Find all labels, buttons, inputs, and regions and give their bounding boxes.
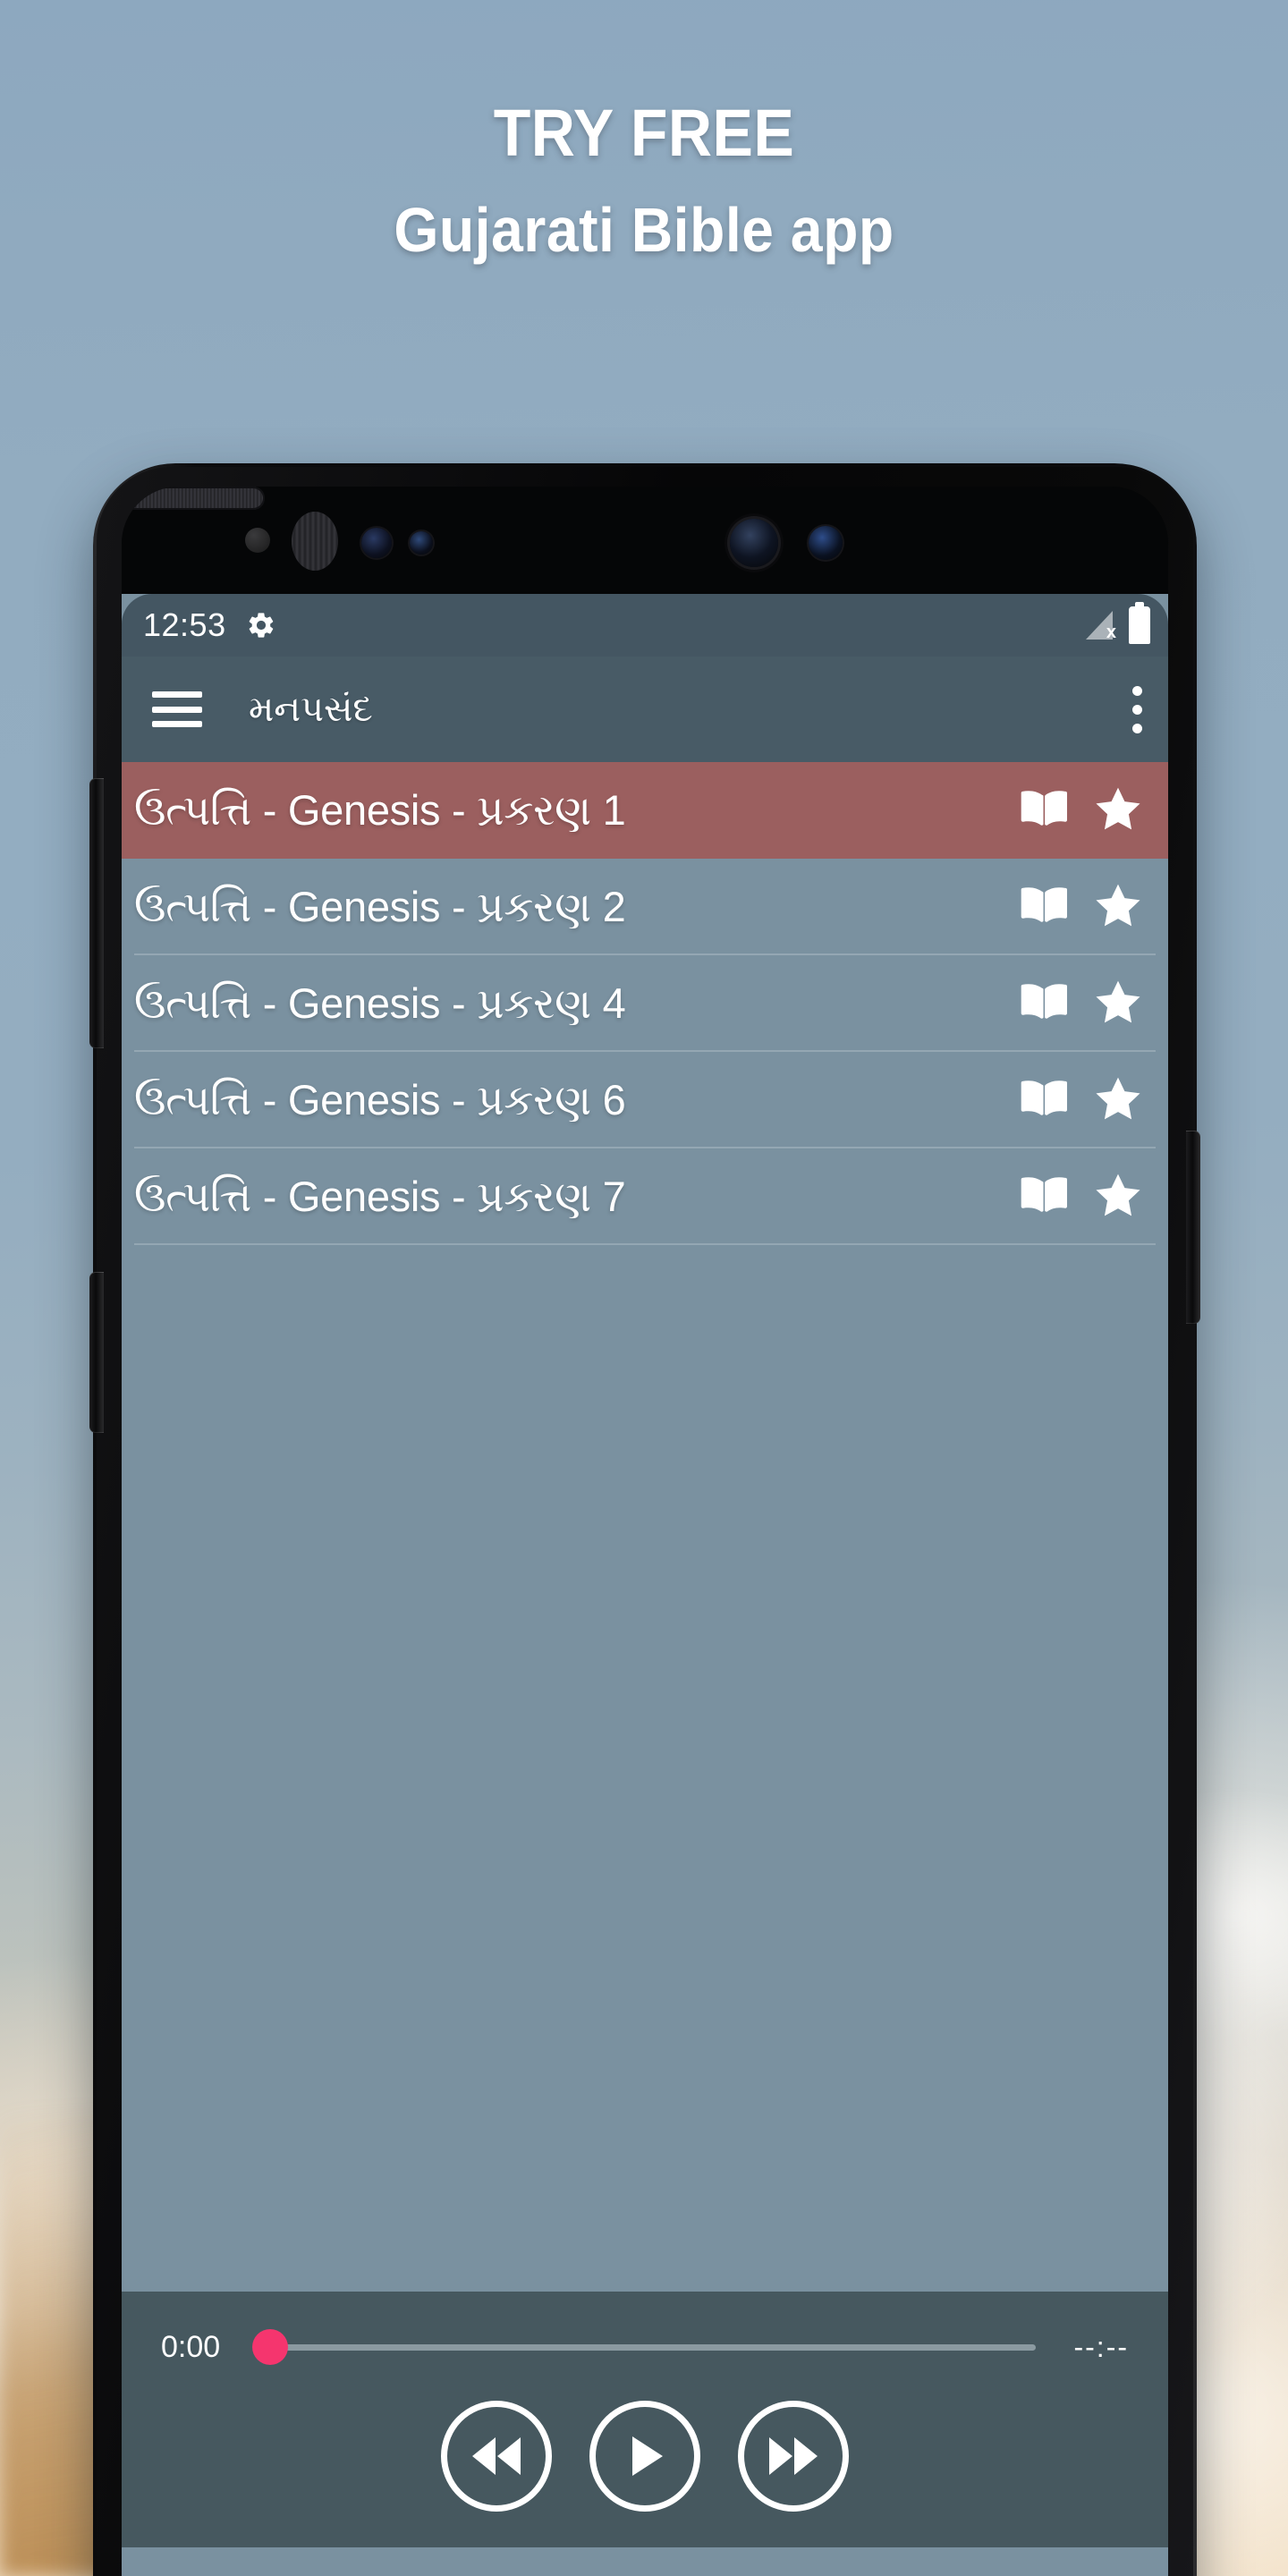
open-book-button[interactable] xyxy=(1018,1174,1070,1220)
status-time: 12:53 xyxy=(143,606,226,643)
star-filled-icon xyxy=(1096,787,1140,829)
open-book-icon xyxy=(1021,1176,1067,1212)
sensor-lens-icon xyxy=(361,528,392,558)
kebab-dot xyxy=(1131,704,1142,715)
duration-label: --:-- xyxy=(1073,2330,1129,2363)
current-time-label: 0:00 xyxy=(161,2329,221,2364)
power-side-button[interactable] xyxy=(1186,1131,1200,1324)
front-camera-icon xyxy=(730,519,778,567)
open-book-button[interactable] xyxy=(1018,788,1070,834)
fast-forward-button[interactable] xyxy=(738,2401,849,2512)
gear-icon xyxy=(246,610,276,640)
open-book-icon xyxy=(1021,886,1067,922)
rewind-icon xyxy=(472,2437,521,2475)
star-filled-icon xyxy=(1096,1174,1140,1216)
overflow-menu-icon[interactable] xyxy=(1131,685,1143,733)
status-bar: 12:53 x xyxy=(122,594,1168,657)
open-book-button[interactable] xyxy=(1018,1078,1070,1123)
chapter-label: ઉત્પત્તિ - Genesis - પ્રકરણ 1 xyxy=(134,785,626,834)
chapter-row[interactable]: ઉત્પત્તિ - Genesis - પ્રકરણ 4 xyxy=(122,955,1168,1052)
chapter-label: ઉત્પત્તિ - Genesis - પ્રકરણ 6 xyxy=(134,1075,626,1123)
chapter-row-actions xyxy=(1018,784,1143,837)
chapter-row-actions xyxy=(1018,1074,1143,1127)
favorite-star-button[interactable] xyxy=(1093,881,1143,934)
transport-controls xyxy=(122,2401,1168,2512)
chapter-label: ઉત્પત્તિ - Genesis - પ્રકરણ 2 xyxy=(134,882,626,930)
chapter-row-actions xyxy=(1018,978,1143,1030)
page-title: મનપસંદ xyxy=(249,689,373,729)
kebab-dot xyxy=(1131,685,1142,696)
open-book-icon xyxy=(1021,983,1067,1019)
play-button[interactable] xyxy=(589,2401,700,2512)
secondary-camera-icon xyxy=(809,526,843,560)
list-empty-area xyxy=(122,1245,1168,2292)
star-filled-icon xyxy=(1096,884,1140,926)
status-bar-indicators: x xyxy=(1080,602,1150,644)
app-bar: મનપસંદ xyxy=(122,657,1168,762)
hamburger-line xyxy=(152,721,202,727)
chapter-row[interactable]: ઉત્પત્તિ - Genesis - પ્રકરણ 7 xyxy=(122,1148,1168,1245)
fast-forward-icon xyxy=(769,2437,818,2475)
iris-scanner-icon xyxy=(292,512,338,571)
phone-screen: 12:53 x મનપસંદ ઉત્પત્તિ - Genesis - પ્રક… xyxy=(122,594,1168,2576)
play-icon xyxy=(632,2436,663,2476)
phone-top-bezel xyxy=(122,487,1168,594)
kebab-dot xyxy=(1131,723,1142,733)
open-book-icon xyxy=(1021,790,1067,826)
phone-body: 12:53 x મનપસંદ ઉત્પત્તિ - Genesis - પ્રક… xyxy=(89,467,1200,2576)
favorite-star-button[interactable] xyxy=(1093,978,1143,1030)
phone-mockup: 12:53 x મનપસંદ ઉત્પત્તિ - Genesis - પ્રક… xyxy=(89,463,1200,2576)
chapter-label: ઉત્પત્તિ - Genesis - પ્રકરણ 4 xyxy=(134,979,626,1027)
favorite-star-button[interactable] xyxy=(1093,784,1143,837)
hamburger-line xyxy=(152,706,202,713)
proximity-sensor-icon xyxy=(245,528,270,553)
chapter-label: ઉત્પત્તિ - Genesis - પ્રકરણ 7 xyxy=(134,1172,626,1220)
favorite-star-button[interactable] xyxy=(1093,1074,1143,1127)
battery-icon xyxy=(1129,602,1150,644)
screen-bottom-area xyxy=(122,2547,1168,2576)
audio-player-panel: 0:00 --:-- xyxy=(122,2292,1168,2547)
hamburger-line xyxy=(152,691,202,698)
favorite-star-button[interactable] xyxy=(1093,1171,1143,1224)
seek-row: 0:00 --:-- xyxy=(122,2318,1168,2376)
volume-rocker-button[interactable] xyxy=(89,778,104,1048)
promo-screenshot: TRY FREE Gujarati Bible app 12:53 x મનપસ… xyxy=(0,0,1288,2576)
light-sensor-icon xyxy=(410,531,433,555)
signal-no-service-icon: x xyxy=(1080,607,1116,643)
hamburger-menu-icon[interactable] xyxy=(152,691,202,727)
chapter-row[interactable]: ઉત્પત્તિ - Genesis - પ્રકરણ 2 xyxy=(122,859,1168,955)
assistant-side-button[interactable] xyxy=(89,1272,104,1433)
chapter-list: ઉત્પત્તિ - Genesis - પ્રકરણ 1 ઉત્પત્તિ - … xyxy=(122,762,1168,1245)
open-book-button[interactable] xyxy=(1018,885,1070,930)
chapter-row-actions xyxy=(1018,1171,1143,1224)
seek-thumb[interactable] xyxy=(252,2329,288,2365)
chapter-row[interactable]: ઉત્પત્તિ - Genesis - પ્રકરણ 1 xyxy=(122,762,1168,859)
rewind-button[interactable] xyxy=(441,2401,552,2512)
phone-front-glass: 12:53 x મનપસંદ ઉત્પત્તિ - Genesis - પ્રક… xyxy=(122,487,1168,2576)
chapter-row-actions xyxy=(1018,881,1143,934)
star-filled-icon xyxy=(1096,980,1140,1022)
star-filled-icon xyxy=(1096,1077,1140,1119)
seek-slider[interactable] xyxy=(252,2329,1036,2365)
earpiece-speaker-icon xyxy=(122,487,265,510)
signal-x-badge: x xyxy=(1106,623,1116,642)
open-book-button[interactable] xyxy=(1018,981,1070,1027)
chapter-row[interactable]: ઉત્પત્તિ - Genesis - પ્રકરણ 6 xyxy=(122,1052,1168,1148)
open-book-icon xyxy=(1021,1080,1067,1115)
seek-track xyxy=(275,2343,1036,2351)
